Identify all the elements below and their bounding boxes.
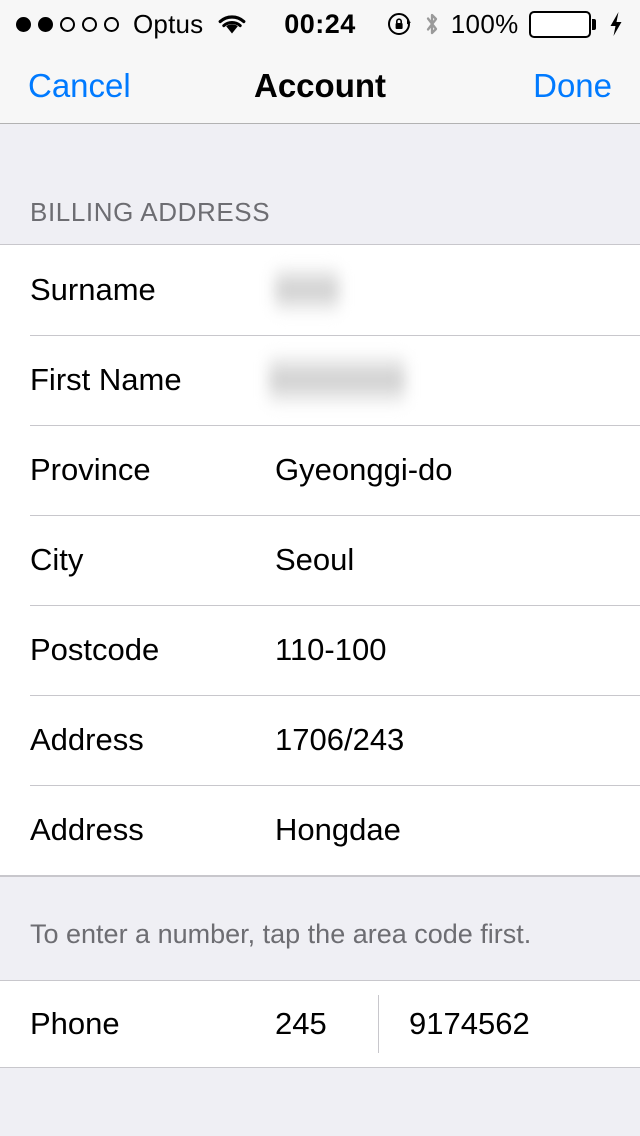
redacted-value-first-name[interactable] — [269, 355, 405, 405]
row-value-address-2[interactable]: Hongdae — [275, 812, 401, 848]
billing-address-section-header: BILLING ADDRESS — [0, 124, 640, 244]
status-bar-left: Optus — [16, 9, 247, 40]
phone-field-divider — [378, 995, 379, 1053]
signal-dot-filled — [38, 16, 53, 32]
footer-note-text: To enter a number, tap the area code fir… — [30, 919, 532, 949]
row-value-city[interactable]: Seoul — [275, 542, 354, 578]
navigation-bar: Cancel Account Done — [0, 48, 640, 124]
signal-dot-empty — [104, 16, 119, 32]
status-bar: Optus 00:24 100% — [0, 0, 640, 48]
signal-strength-dots — [16, 16, 119, 32]
table-row[interactable]: Province Gyeonggi-do — [0, 425, 640, 515]
battery-percentage: 100% — [450, 8, 519, 39]
phone-number-field[interactable]: 9174562 — [409, 1006, 530, 1042]
form-content: BILLING ADDRESS Surname First Name Provi… — [0, 124, 640, 1068]
row-label-phone: Phone — [30, 1006, 120, 1041]
row-label-address-1: Address — [30, 722, 144, 757]
screen: Optus 00:24 100% Cancel Account Done BIL… — [0, 0, 640, 1136]
lightning-bolt-icon — [608, 11, 624, 37]
redacted-value-surname[interactable] — [275, 267, 339, 313]
rotation-lock-icon — [387, 11, 413, 37]
phone-section-footer-note: To enter a number, tap the area code fir… — [0, 876, 640, 980]
table-row[interactable]: Surname — [0, 245, 640, 335]
bluetooth-icon — [423, 11, 441, 37]
table-row[interactable]: Address Hongdae — [0, 785, 640, 875]
row-label-postcode: Postcode — [30, 632, 160, 667]
table-row[interactable]: City Seoul — [0, 515, 640, 605]
cancel-button[interactable]: Cancel — [28, 67, 131, 105]
table-row[interactable]: Postcode 110-100 — [0, 605, 640, 695]
row-label-province: Province — [30, 452, 151, 487]
signal-dot-empty — [82, 16, 97, 32]
done-button[interactable]: Done — [533, 67, 612, 105]
row-value-postcode[interactable]: 110-100 — [275, 632, 386, 668]
signal-dot-filled — [16, 16, 31, 32]
row-value-province[interactable]: Gyeonggi-do — [275, 452, 453, 488]
battery-icon — [528, 10, 596, 38]
row-label-city: City — [30, 542, 84, 577]
phone-group: Phone 245 9174562 — [0, 980, 640, 1068]
carrier-name: Optus — [133, 8, 204, 39]
status-bar-right: 100% — [387, 9, 624, 40]
row-label-address-2: Address — [30, 812, 144, 847]
row-label-first-name: First Name — [30, 362, 182, 397]
table-row[interactable]: Phone 245 9174562 — [0, 981, 640, 1067]
phone-area-code-field[interactable]: 245 — [275, 1006, 378, 1042]
table-row[interactable]: First Name — [0, 335, 640, 425]
table-row[interactable]: Address 1706/243 — [0, 695, 640, 785]
wifi-icon — [217, 12, 247, 36]
clock: 00:24 — [284, 8, 356, 39]
battery-body — [528, 10, 591, 38]
signal-dot-empty — [60, 16, 75, 32]
row-value-address-1[interactable]: 1706/243 — [275, 722, 404, 758]
billing-address-group: Surname First Name Province Gyeonggi-do … — [0, 244, 640, 876]
battery-cap — [592, 18, 596, 30]
row-label-surname: Surname — [30, 272, 156, 307]
section-header-label: BILLING ADDRESS — [30, 197, 271, 227]
